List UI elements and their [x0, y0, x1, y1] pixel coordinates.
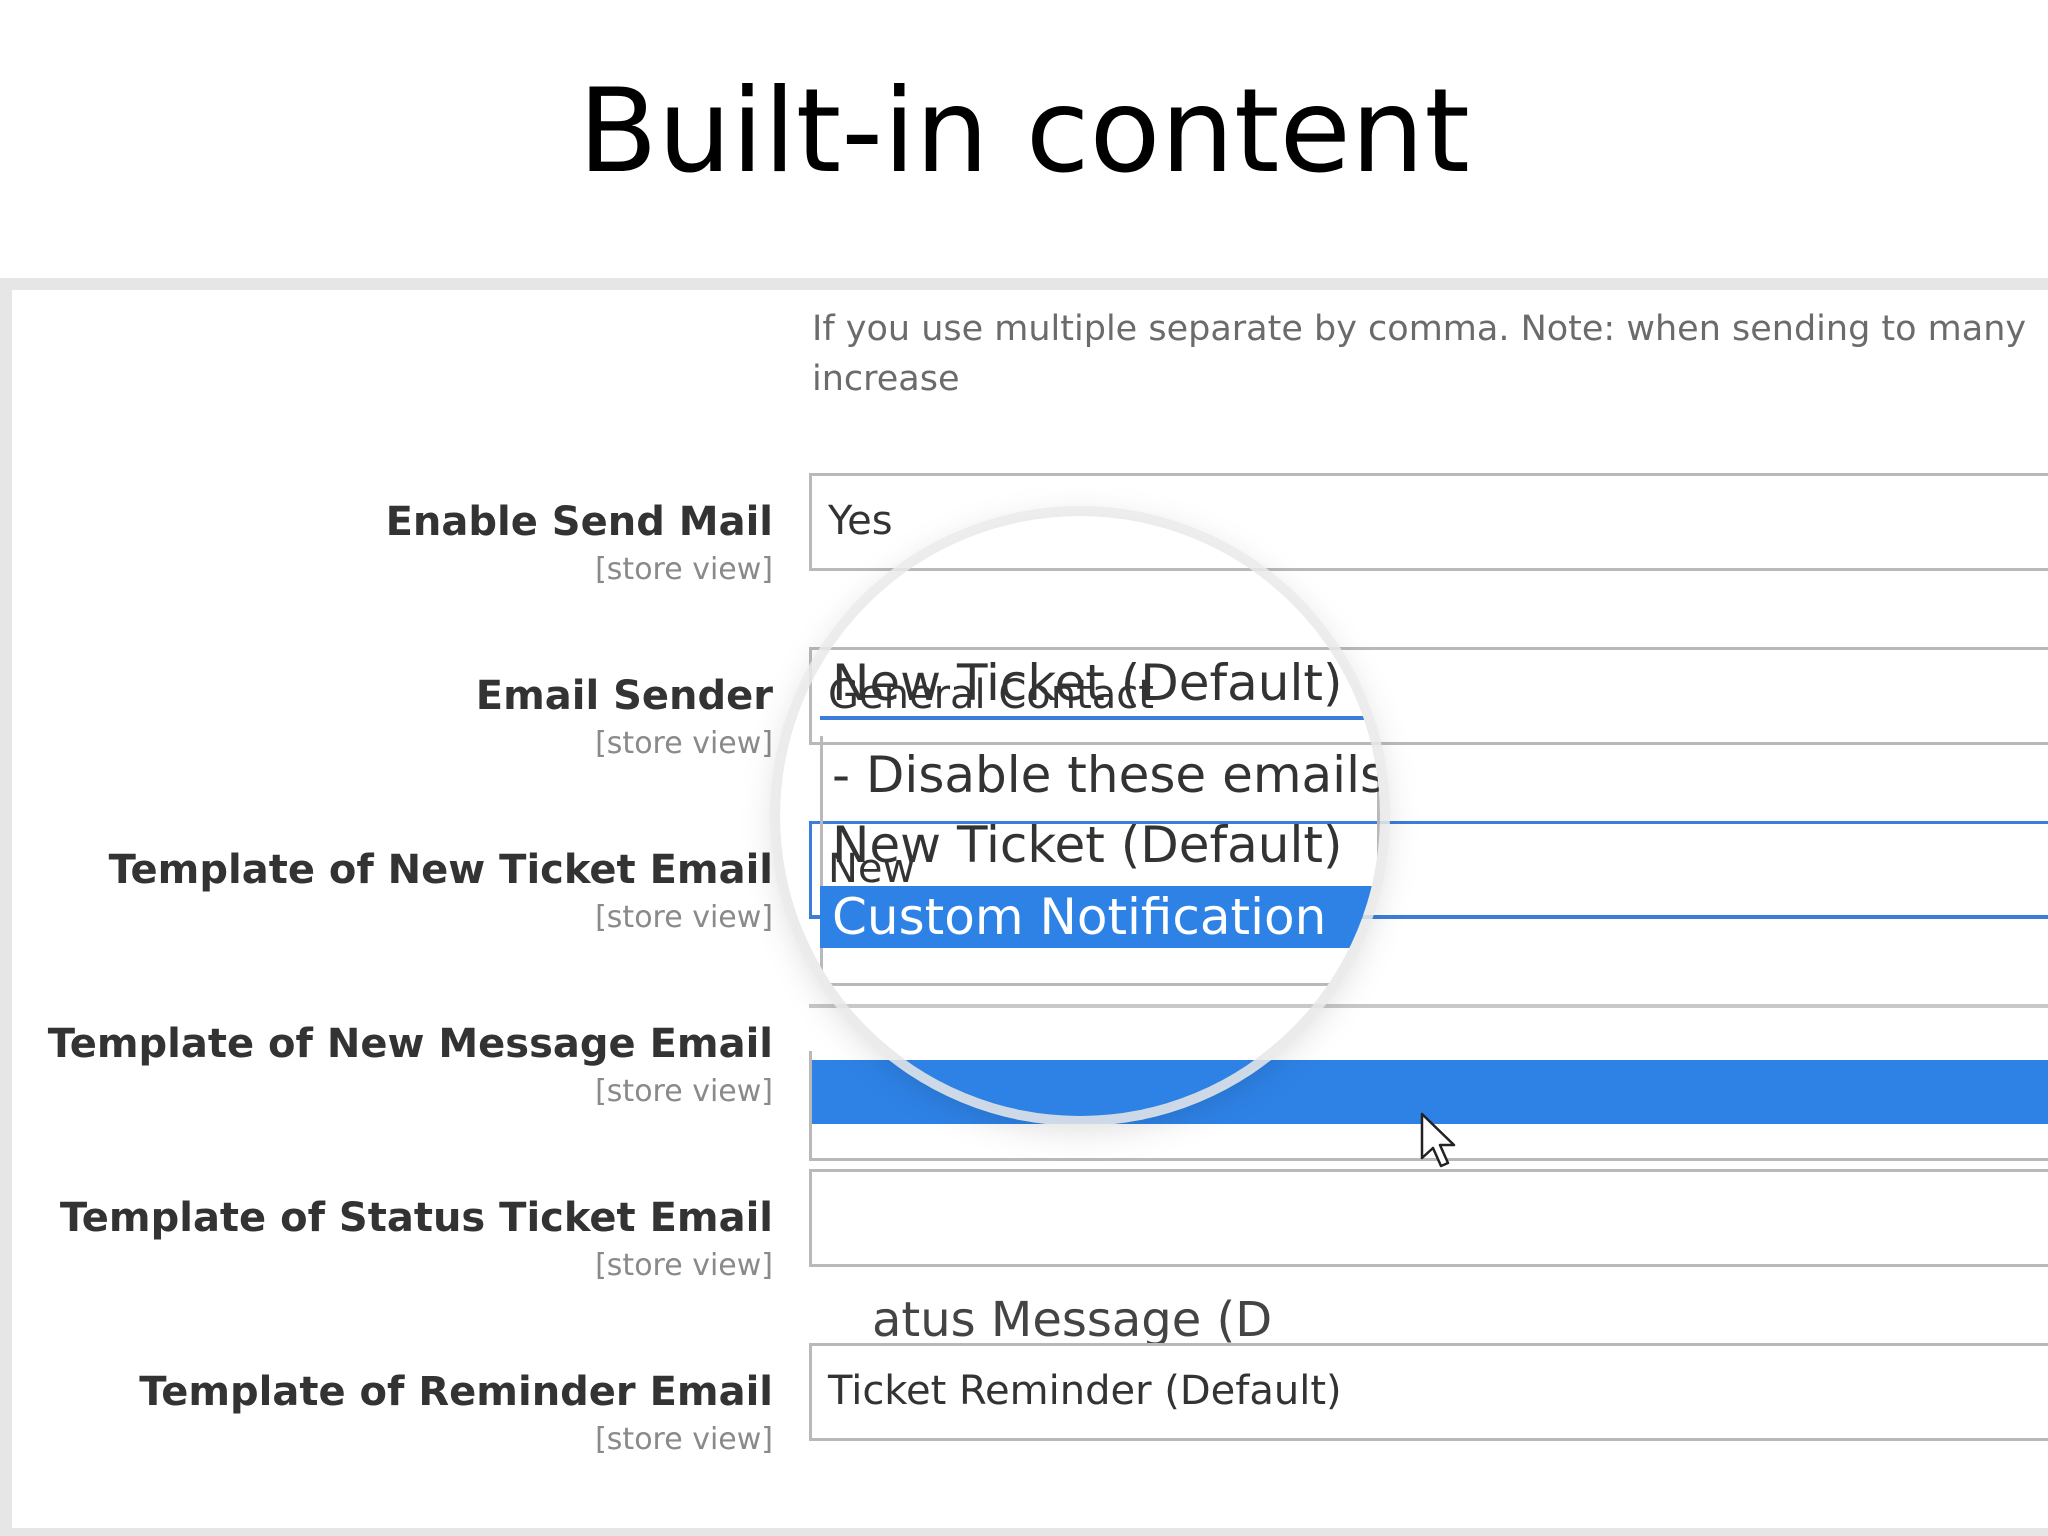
status-ticket-template-label: Template of Status Ticket Email — [59, 1195, 773, 1241]
new-message-template-scope: [store view] — [595, 1074, 773, 1109]
magnified-current-value: New Ticket (Default) — [832, 654, 1343, 712]
enable-send-mail-value: Yes — [828, 498, 893, 544]
option-new-ticket-default[interactable]: New Ticket (Default) — [820, 814, 1380, 876]
reminder-template-select[interactable]: Ticket Reminder (Default) — [809, 1343, 2048, 1441]
enable-send-mail-scope: [store view] — [595, 552, 773, 587]
email-sender-scope: [store view] — [595, 726, 773, 761]
status-message-partial: atus Message (D — [872, 1292, 1273, 1348]
magnified-select-border — [820, 716, 1380, 720]
slide-title: Built-in content — [578, 64, 1470, 199]
reminder-template-label: Template of Reminder Email — [139, 1369, 773, 1415]
option-custom-notification[interactable]: Custom Notification — [820, 886, 1380, 948]
reminder-template-value: Ticket Reminder (Default) — [828, 1368, 1342, 1414]
reminder-template-scope: [store view] — [595, 1422, 773, 1457]
new-ticket-template-scope: [store view] — [595, 900, 773, 935]
enable-send-mail-label: Enable Send Mail — [385, 499, 773, 545]
status-ticket-template-scope: [store view] — [595, 1248, 773, 1283]
magnifier-lens: New Ticket (Default) - Disable these ema… — [780, 516, 1380, 1116]
new-ticket-template-label: Template of New Ticket Email — [108, 847, 773, 893]
new-message-template-label: Template of New Message Email — [47, 1021, 773, 1067]
status-ticket-template-select[interactable] — [809, 1169, 2048, 1267]
mouse-cursor-icon — [1420, 1112, 1456, 1168]
email-sender-label: Email Sender — [475, 673, 773, 719]
option-disable-emails[interactable]: - Disable these emails - — [820, 744, 1380, 806]
help-note: If you use multiple separate by comma. N… — [812, 309, 2027, 399]
